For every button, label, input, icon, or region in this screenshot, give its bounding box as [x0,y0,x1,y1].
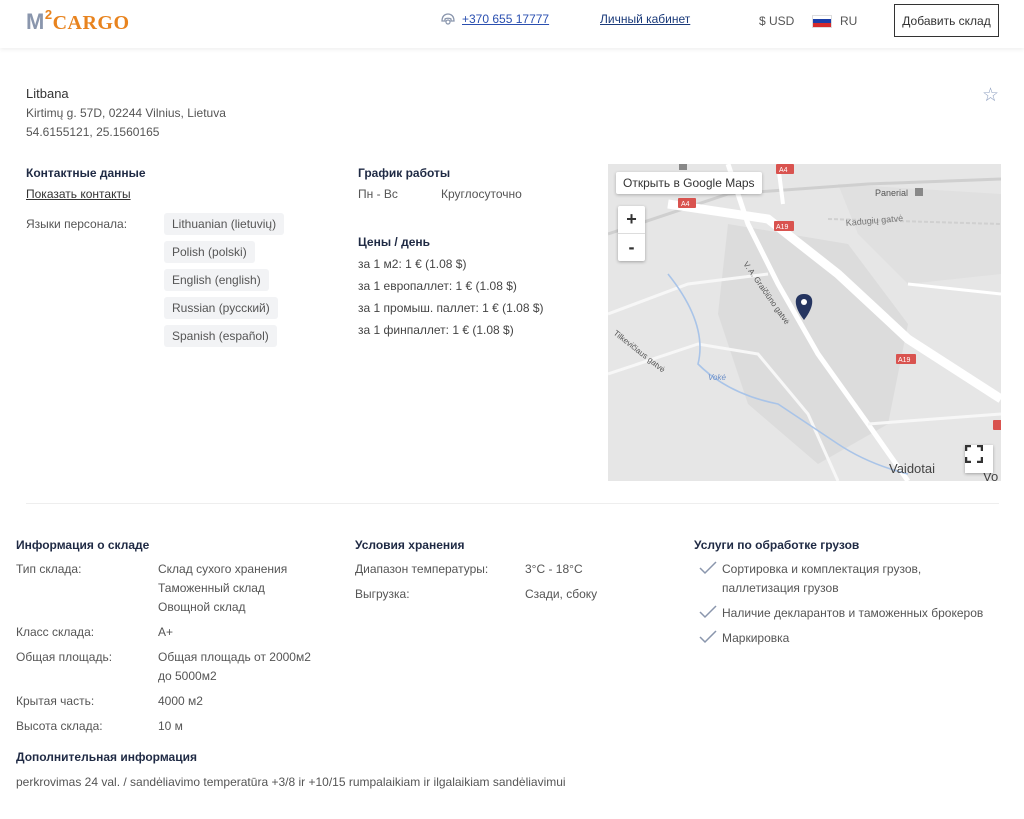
warehouse-type: Таможенный склад [158,581,265,595]
map-label-a4: A4 [681,201,690,208]
schedule-days: Пн - Вс [358,187,398,201]
logo-m: M [26,9,45,34]
services-title: Услуги по обработке грузов [694,538,860,552]
service-item: Наличие декларантов и таможенных брокеро… [694,604,1004,623]
staff-languages-label: Языки персонала: [26,217,128,231]
prices-title: Цены / день [358,235,430,249]
storage-label: Выгрузка: [355,587,410,601]
staff-languages-list: Lithuanian (lietuvių) Polish (polski) En… [164,213,285,353]
info-label: Класс склада: [16,625,95,639]
favorite-star-icon[interactable]: ☆ [982,84,999,107]
logo[interactable]: M2CARGO [26,7,130,35]
check-icon [699,561,717,575]
schedule-hours: Круглосуточно [441,187,522,201]
warehouse-type: Овощной склад [158,600,246,614]
info-row-height: Высота склада: 10 м [16,717,311,736]
add-warehouse-button[interactable]: Добавить склад [894,4,999,37]
top-header: M2CARGO +370 655 17777 Личный кабинет $ … [0,0,1024,48]
map-canvas[interactable]: Panerial Kadugių gatvė A4 A4 A19 A19 Vok… [608,164,1001,481]
info-label: Общая площадь: [16,650,113,664]
price-item: за 1 европаллет: 1 € (1.08 $) [358,279,517,293]
info-value: Общая площадь от 2000м2 до 5000м2 [158,648,311,686]
schedule-title: График работы [358,166,451,180]
service-item: Сортировка и комплектация грузов, паллет… [694,560,1004,598]
contacts-title: Контактные данные [26,166,146,180]
map-widget[interactable]: Panerial Kadugių gatvė A4 A4 A19 A19 Vok… [608,164,1001,481]
map-label-vaidotai: Vaidotai [889,461,935,476]
services-list: Сортировка и комплектация грузов, паллет… [694,560,1004,654]
map-label-a19-b: A19 [898,357,911,364]
prices-list: за 1 м2: 1 € (1.08 $) за 1 европаллет: 1… [358,257,544,345]
service-text: Маркировка [722,631,790,645]
section-divider [26,503,999,504]
area-line: Общая площадь от 2000м2 [158,650,311,664]
price-item: за 1 финпаллет: 1 € (1.08 $) [358,323,514,337]
storage-row-temp: Диапазон температуры: 3°C - 18°C [355,560,597,579]
info-row-class: Класс склада: A+ [16,623,311,642]
zoom-control: + - [618,206,645,261]
storage-row-unload: Выгрузка: Сзади, сбоку [355,585,597,604]
fullscreen-button[interactable] [965,445,993,473]
language-tag: Lithuanian (lietuvių) [164,213,285,235]
storage-conditions-title: Условия хранения [355,538,465,552]
zoom-in-button[interactable]: + [618,206,645,233]
price-item: за 1 промыш. паллет: 1 € (1.08 $) [358,301,544,315]
map-label-panerial: Panerial [875,188,908,198]
logo-sup: 2 [44,7,53,22]
phone-group: +370 655 17777 [440,12,549,26]
map-label-vokes: Vokė [708,373,726,382]
language-tag: Polish (polski) [164,241,255,263]
info-value: A+ [158,625,174,639]
info-row-covered: Крытая часть: 4000 м2 [16,692,311,711]
info-label: Тип склада: [16,562,82,576]
currency-selector[interactable]: $ USD [759,14,794,28]
price-item: за 1 м2: 1 € (1.08 $) [358,257,467,271]
storage-conditions-table: Диапазон температуры: 3°C - 18°C Выгрузк… [355,560,597,610]
language-label: RU [840,14,858,28]
personal-cabinet-link[interactable]: Личный кабинет [600,12,690,26]
additional-info-title: Дополнительная информация [16,750,197,764]
show-contacts-link[interactable]: Показать контакты [26,187,131,201]
phone-icon [441,13,455,25]
info-row-area: Общая площадь: Общая площадь от 2000м2 д… [16,648,311,686]
warehouse-name: Litbana [26,86,69,101]
warehouse-address: Kirtimų g. 57D, 02244 Vilnius, Lietuva [26,106,226,120]
language-tag: Russian (русский) [164,297,278,319]
info-label: Высота склада: [16,719,103,733]
language-selector[interactable]: RU [812,14,857,28]
fullscreen-icon [965,445,983,463]
storage-label: Диапазон температуры: [355,562,489,576]
warehouse-info-table: Тип склада: Склад сухого хранения Таможе… [16,560,311,742]
storage-value: 3°C - 18°C [525,562,583,576]
zoom-out-button[interactable]: - [618,234,645,261]
info-label: Крытая часть: [16,694,95,708]
additional-info-text: perkrovimas 24 val. / sandėliavimo tempe… [16,775,566,789]
language-tag: English (english) [164,269,269,291]
service-item: Маркировка [694,629,1004,648]
check-icon [699,605,717,619]
phone-link[interactable]: +370 655 17777 [462,12,549,26]
area-line: до 5000м2 [158,669,217,683]
check-icon [699,630,717,644]
storage-value: Сзади, сбоку [525,587,598,601]
info-value: 10 м [158,719,183,733]
logo-cargo: CARGO [52,12,130,34]
info-value: Склад сухого хранения Таможенный склад О… [158,560,287,617]
service-text: Сортировка и комплектация грузов, [722,562,922,576]
map-label-a4-top: A4 [779,167,788,174]
warehouse-coordinates: 54.6155121, 25.1560165 [26,125,160,139]
info-row-type: Тип склада: Склад сухого хранения Таможе… [16,560,311,617]
map-label-a19: A19 [776,224,789,231]
warehouse-info-title: Информация о складе [16,538,150,552]
service-text: Наличие декларантов и таможенных брокеро… [722,606,984,620]
service-text: паллетизация грузов [722,581,839,595]
info-value: 4000 м2 [158,694,203,708]
open-google-maps-button[interactable]: Открыть в Google Maps [616,172,762,194]
warehouse-type: Склад сухого хранения [158,562,288,576]
russian-flag-icon [812,14,832,28]
language-tag: Spanish (español) [164,325,277,347]
